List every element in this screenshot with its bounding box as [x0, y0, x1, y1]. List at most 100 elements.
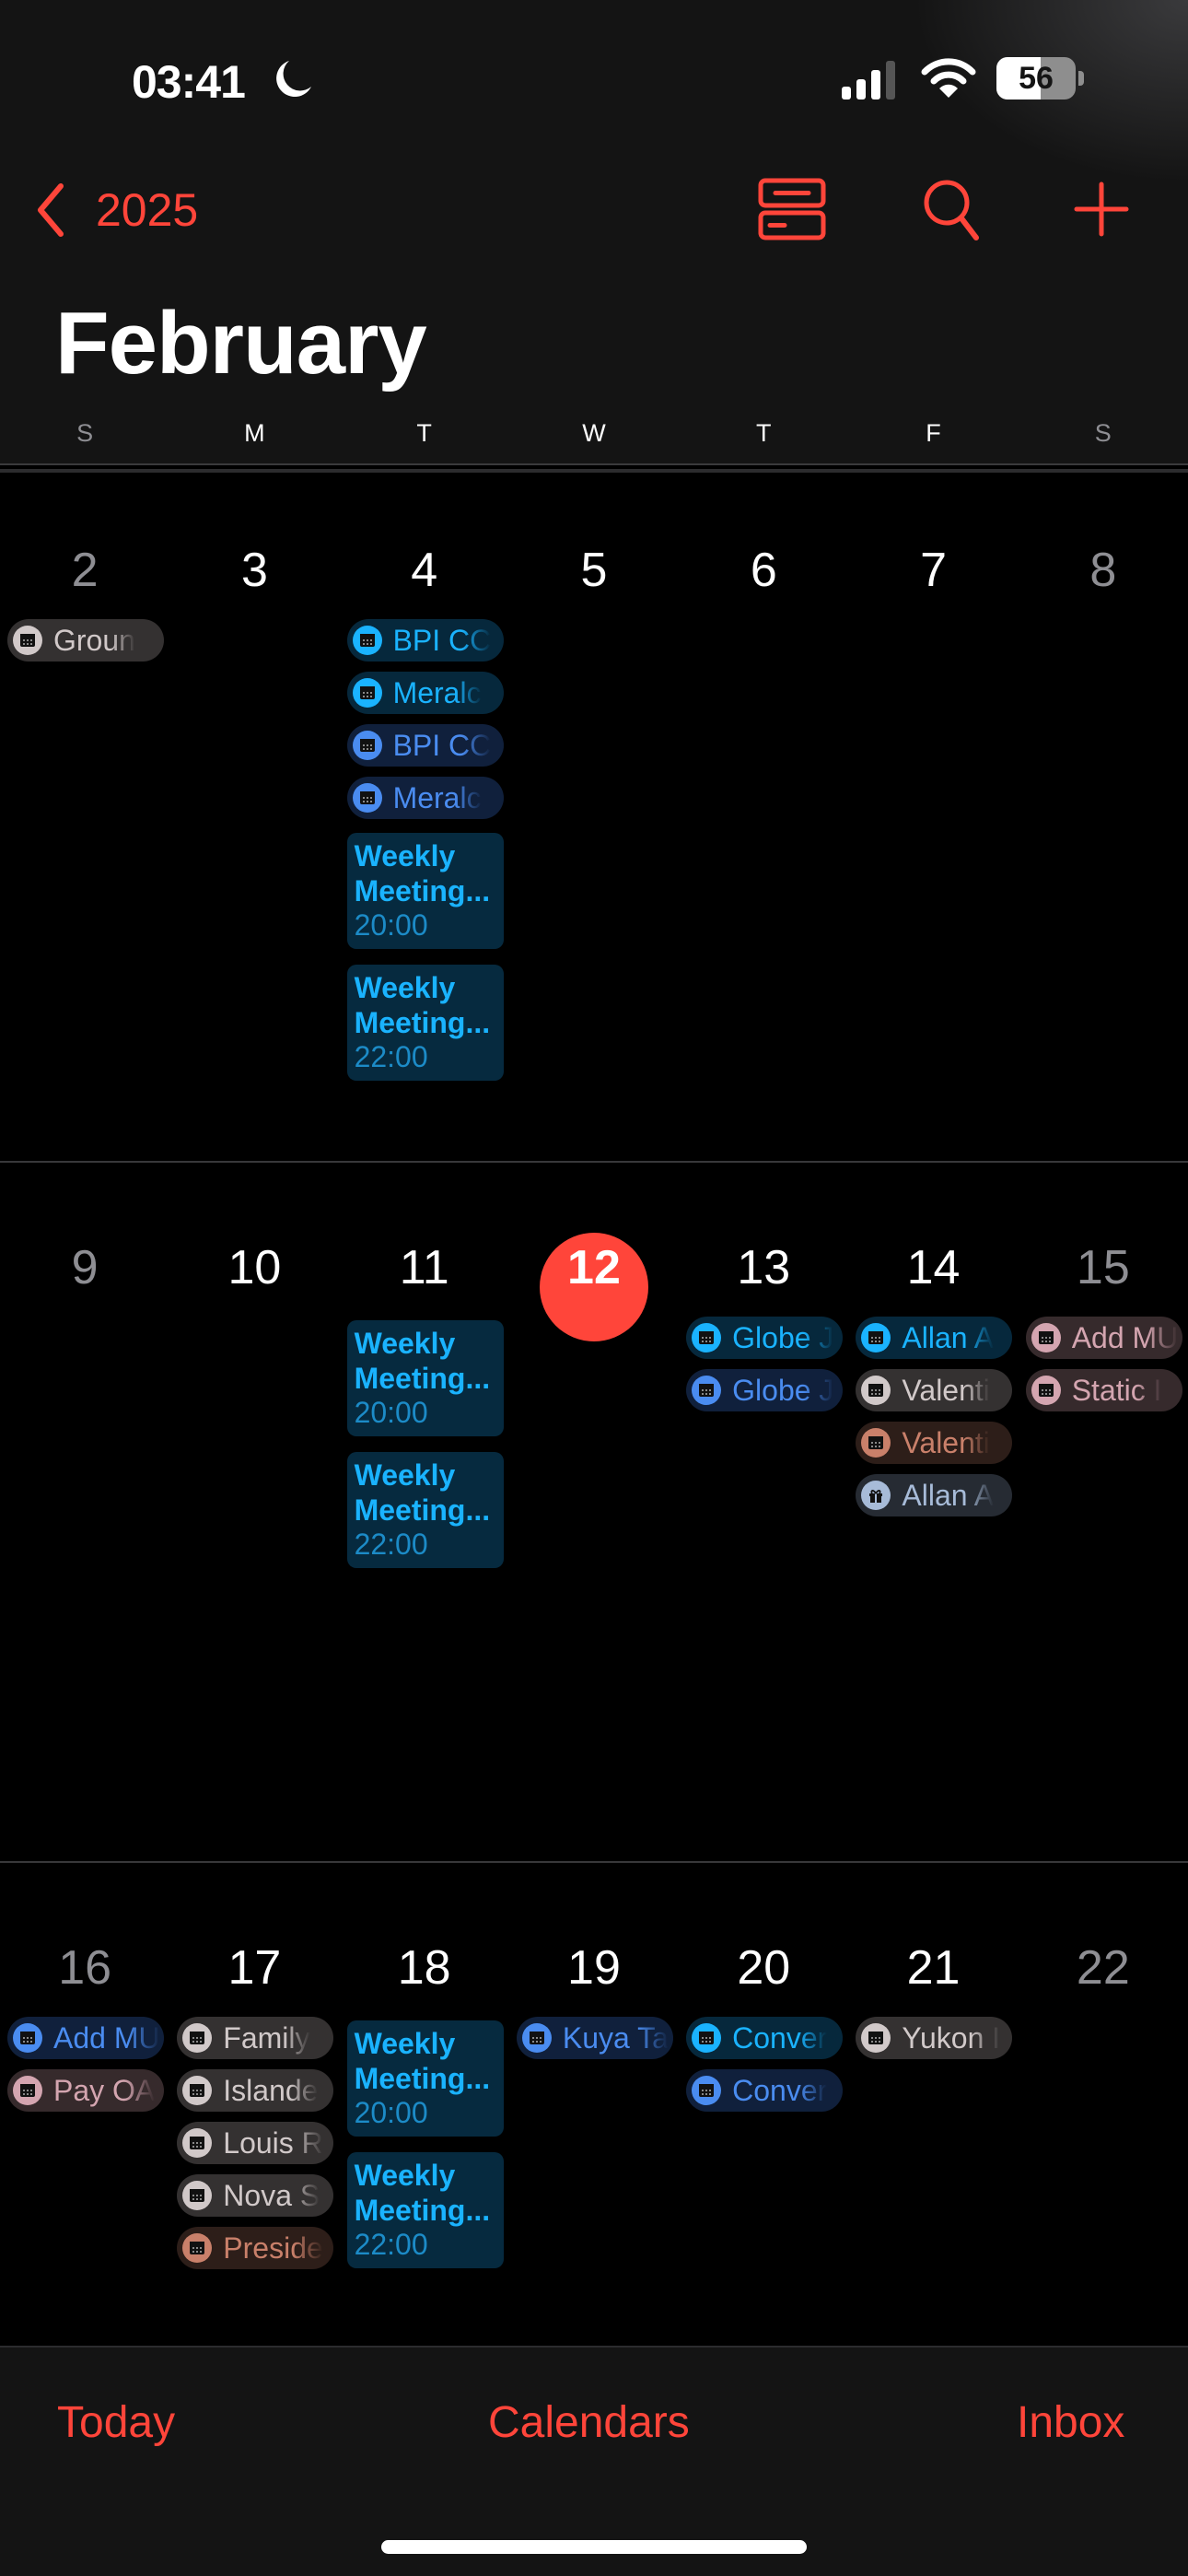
timed-event-block[interactable]: Weekly Meeting... 20:00 — [346, 833, 504, 949]
event-pill[interactable]: Louis R — [177, 2122, 334, 2164]
event-pill[interactable]: Add MU — [7, 2017, 164, 2059]
calendar-icon — [182, 2128, 213, 2158]
event-title: Groun — [53, 623, 135, 657]
event-pill[interactable]: Groun — [7, 619, 164, 662]
day-number[interactable]: 21 — [848, 1940, 1018, 1996]
event-time: 22:00 — [354, 2228, 428, 2261]
event-title: Globe J — [732, 1320, 834, 1354]
event-pill[interactable]: Islande — [177, 2069, 334, 2112]
day-number[interactable]: 3 — [169, 543, 339, 598]
event-pill[interactable]: Valenti — [856, 1369, 1013, 1411]
home-indicator[interactable] — [381, 2540, 807, 2554]
event-title-line: Meeting... — [354, 874, 491, 907]
timed-event-block[interactable]: Weekly Meeting... 22:00 — [346, 965, 504, 1081]
calendar-icon — [1031, 1323, 1061, 1352]
list-view-icon[interactable] — [757, 177, 827, 241]
event-title: Conver — [732, 2020, 828, 2055]
day-number[interactable]: 2 — [0, 543, 169, 598]
event-pill[interactable]: Conver — [686, 2017, 844, 2059]
day-number[interactable]: 14 — [848, 1240, 1018, 1295]
inbox-button[interactable]: Inbox — [1017, 2397, 1124, 2448]
event-title-line: Meeting... — [354, 2194, 491, 2227]
chevron-left-icon — [38, 183, 64, 237]
day-number[interactable]: 20 — [679, 1940, 848, 1996]
event-pill[interactable]: Conver — [686, 2069, 844, 2112]
timed-event-block[interactable]: Weekly Meeting... 22:00 — [346, 2152, 504, 2268]
event-pill[interactable]: Allan A — [856, 1474, 1013, 1516]
weekday-label: W — [582, 419, 606, 447]
day-number[interactable]: 15 — [1019, 1240, 1188, 1295]
back-to-year-button[interactable]: 2025 — [33, 181, 198, 240]
day-number[interactable]: 10 — [169, 1240, 339, 1295]
calendar-icon — [692, 2076, 722, 2105]
event-title: Weekly Meeting... — [355, 1326, 491, 1396]
day-number[interactable]: 18 — [340, 1940, 509, 1996]
calendar-icon — [861, 1323, 891, 1352]
event-pill[interactable]: Yukon I — [856, 2017, 1013, 2059]
week-divider — [0, 1161, 1188, 1163]
event-title: Preside — [223, 2231, 323, 2265]
gift-icon — [861, 1481, 891, 1510]
day-number[interactable]: 17 — [169, 1940, 339, 1996]
timed-event-block[interactable]: Weekly Meeting... 20:00 — [346, 1320, 504, 1436]
event-title: Family — [223, 2020, 310, 2055]
event-pill[interactable]: Static I — [1025, 1369, 1182, 1411]
calendar-icon — [861, 2023, 891, 2053]
wifi-icon — [921, 58, 976, 98]
event-pill[interactable]: Kuya Ta — [516, 2017, 673, 2059]
day-number[interactable]: 7 — [848, 543, 1018, 598]
event-pill[interactable]: Meralc — [346, 672, 504, 714]
calendar-icon — [692, 2023, 722, 2053]
calendars-button[interactable]: Calendars — [488, 2397, 690, 2448]
day-number[interactable]: 6 — [679, 543, 848, 598]
event-pill[interactable]: Allan A — [856, 1317, 1013, 1359]
event-title-line: Meeting... — [354, 1006, 491, 1039]
day-number[interactable]: 9 — [0, 1240, 169, 1295]
event-title: Pay OA — [53, 2073, 156, 2107]
day-number[interactable]: 4 — [340, 543, 509, 598]
timed-event-block[interactable]: Weekly Meeting... 20:00 — [346, 2020, 504, 2137]
calendar-icon — [182, 2181, 213, 2210]
event-pill[interactable]: Globe J — [686, 1317, 844, 1359]
calendar-icon — [692, 1323, 722, 1352]
event-pill[interactable]: Pay OA — [7, 2069, 164, 2112]
header-divider — [0, 469, 1188, 473]
day-number[interactable]: 19 — [509, 1940, 679, 1996]
event-title: Weekly Meeting... — [355, 838, 491, 908]
day-number[interactable]: 5 — [509, 543, 679, 598]
event-pill[interactable]: Nova S — [177, 2174, 334, 2217]
today-button[interactable]: Today — [57, 2397, 175, 2448]
day-number[interactable]: 12 — [509, 1240, 679, 1295]
event-title-line: Meeting... — [354, 1493, 491, 1527]
event-pill[interactable]: Valenti — [856, 1422, 1013, 1464]
calendar-icon — [521, 2023, 552, 2053]
event-pill[interactable]: Family — [177, 2017, 334, 2059]
day-number[interactable]: 11 — [340, 1240, 509, 1295]
day-number[interactable]: 22 — [1019, 1940, 1188, 1996]
event-pill[interactable]: Globe J — [686, 1369, 844, 1411]
weekday-label: S — [76, 419, 94, 447]
plus-icon[interactable] — [1066, 177, 1136, 241]
event-title: Kuya Ta — [562, 2020, 669, 2055]
event-title: Allan A — [902, 1478, 995, 1512]
calendar-icon — [861, 1376, 891, 1405]
event-pill[interactable]: BPI CC — [346, 724, 504, 767]
event-title: BPI CC — [392, 728, 492, 762]
timed-event-block[interactable]: Weekly Meeting... 22:00 — [346, 1452, 504, 1568]
day-number[interactable]: 8 — [1019, 543, 1188, 598]
event-time: 20:00 — [354, 2096, 428, 2129]
day-number[interactable]: 16 — [0, 1940, 169, 1996]
event-title: Islande — [223, 2073, 319, 2107]
calendar-icon — [182, 2023, 213, 2053]
event-pill[interactable]: Preside — [177, 2227, 334, 2269]
calendar-icon — [352, 783, 382, 813]
event-pill[interactable]: Meralc — [346, 777, 504, 819]
search-icon[interactable] — [917, 177, 987, 241]
day-number[interactable]: 13 — [679, 1240, 848, 1295]
event-pill[interactable]: BPI CC — [346, 619, 504, 662]
event-pill[interactable]: Add MU — [1025, 1317, 1182, 1359]
event-time: 22:00 — [354, 1528, 428, 1561]
event-time: 20:00 — [354, 908, 428, 942]
event-title: Weekly Meeting... — [355, 1458, 491, 1528]
event-title: Meralc — [392, 780, 482, 814]
